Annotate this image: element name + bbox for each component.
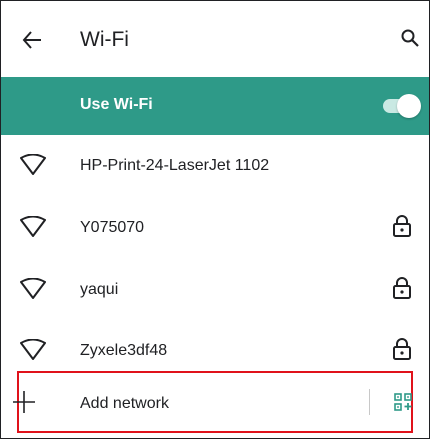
plus-icon: [13, 391, 35, 413]
network-item[interactable]: Y075070: [1, 197, 429, 259]
network-ssid: Y075070: [80, 219, 145, 236]
vertical-divider: [369, 389, 370, 415]
network-ssid: yaqui: [80, 281, 119, 298]
wifi-signal-icon: [20, 216, 46, 237]
lock-icon: [393, 277, 411, 299]
switch-thumb: [397, 94, 421, 118]
network-item[interactable]: yaqui: [1, 259, 429, 321]
network-item[interactable]: HP-Print-24-LaserJet 1102: [1, 135, 429, 197]
arrow-back-icon[interactable]: [21, 29, 43, 51]
wifi-signal-icon: [20, 278, 46, 299]
qr-code-scan-icon[interactable]: [394, 393, 412, 411]
lock-icon: [393, 215, 411, 237]
lock-icon: [393, 338, 411, 360]
app-bar: Wi-Fi: [1, 1, 429, 77]
add-network-label: Add network: [80, 395, 169, 412]
wifi-signal-icon: [20, 339, 46, 360]
network-ssid: Zyxele3df48: [80, 342, 168, 359]
network-ssid: HP-Print-24-LaserJet 1102: [80, 157, 270, 174]
use-wifi-toggle-row[interactable]: Use Wi-Fi: [1, 77, 429, 135]
wifi-signal-icon: [20, 154, 46, 175]
add-network-button[interactable]: Add network: [13, 371, 413, 433]
wifi-settings-screen: Wi-Fi Use Wi-Fi HP-Print-24-LaserJet 110…: [0, 0, 430, 439]
use-wifi-label: Use Wi-Fi: [80, 96, 153, 113]
use-wifi-switch[interactable]: [383, 94, 421, 118]
search-icon[interactable]: [400, 28, 420, 48]
page-title: Wi-Fi: [80, 28, 129, 51]
